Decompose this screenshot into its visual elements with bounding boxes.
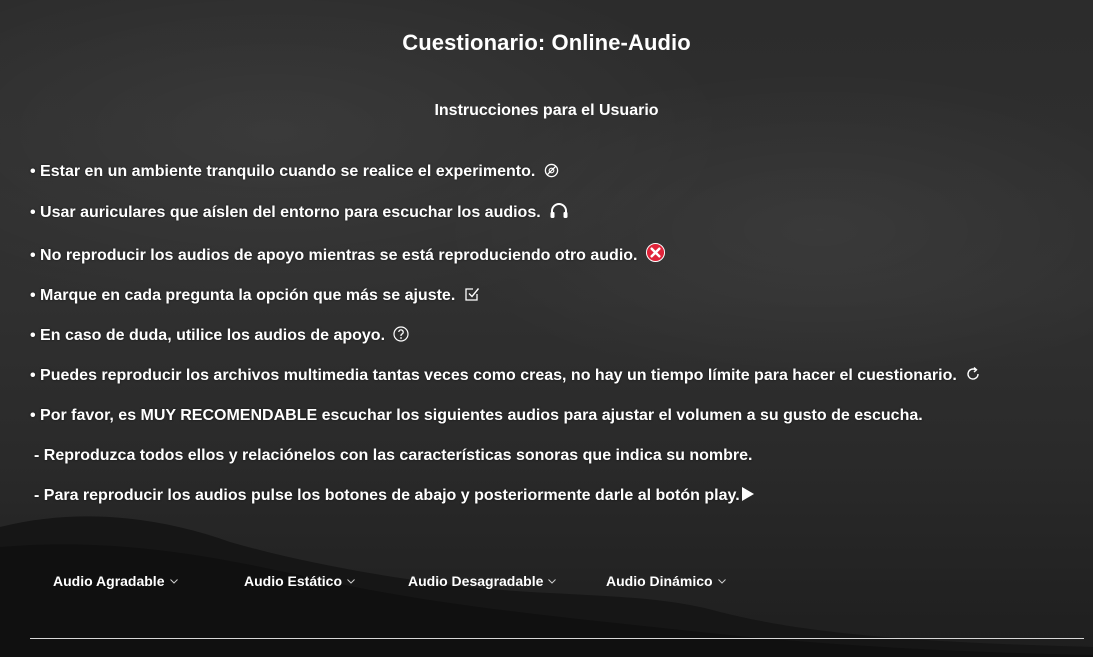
menu-audio-agradable[interactable]: Audio Agradable [53, 573, 178, 589]
instruction-subitem: - Para reproducir los audios pulse los b… [30, 486, 1060, 506]
no-sound-icon [544, 163, 559, 178]
chevron-down-icon [347, 579, 355, 584]
instructions-heading: Instrucciones para el Usuario [434, 102, 659, 119]
menu-item-label: Audio Agradable [53, 573, 165, 589]
instruction-item: • En caso de duda, utilice los audios de… [30, 326, 1060, 346]
audio-menu: Audio Agradable Audio Estático Audio Des… [0, 573, 1093, 595]
checkbox-icon [465, 288, 479, 301]
instruction-item: • No reproducir los audios de apoyo mien… [30, 243, 1060, 266]
chevron-down-icon [169, 579, 178, 584]
menu-audio-desagradable[interactable]: Audio Desagradable [408, 573, 557, 589]
instruction-item: • Puedes reproducir los archivos multime… [30, 366, 1060, 386]
question-icon [393, 326, 410, 342]
repeat-icon [967, 366, 979, 380]
menu-item-label: Audio Desagradable [408, 573, 544, 589]
headphones-icon [550, 203, 568, 218]
instruction-item: • Usar auriculares que aíslen del entorn… [30, 202, 1060, 223]
instruction-item: • Marque en cada pregunta la opción que … [30, 286, 1060, 306]
menu-item-label: Audio Estático [244, 573, 343, 589]
page-title: Cuestionario: Online-Audio [402, 30, 691, 55]
play-icon [741, 487, 754, 501]
instruction-item: • Por favor, es MUY RECOMENDABLE escucha… [30, 407, 923, 424]
menu-audio-estatico[interactable]: Audio Estático [244, 573, 355, 589]
chevron-down-icon [548, 579, 557, 584]
divider [30, 638, 1084, 639]
menu-audio-dinamico[interactable]: Audio Dinámico [606, 573, 726, 589]
red-x-icon [645, 243, 665, 262]
menu-item-label: Audio Dinámico [606, 573, 713, 589]
instruction-subitem: - Reproduzca todos ellos y relaciónelos … [34, 447, 753, 464]
chevron-down-icon [717, 579, 726, 584]
instruction-item: • Estar en un ambiente tranquilo cuando … [30, 162, 1060, 182]
instructions-list: • Estar en un ambiente tranquilo cuando … [30, 162, 1060, 526]
